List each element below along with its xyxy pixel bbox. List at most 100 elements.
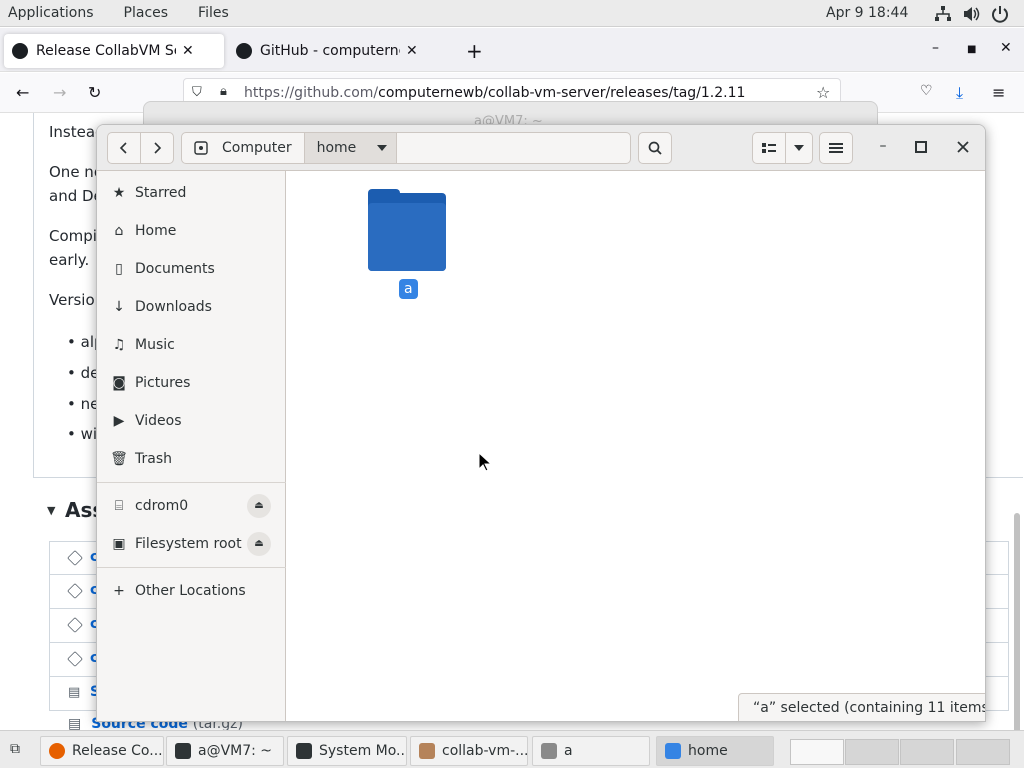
forward-icon[interactable]: → — [53, 83, 66, 102]
chevron-right-icon — [154, 142, 162, 154]
page-scrollbar[interactable] — [1014, 513, 1020, 743]
sidebar-item-label: Downloads — [135, 299, 212, 315]
url-text: https://github.com/computernewb/collab-v… — [244, 85, 746, 101]
tab-title: Release CollabVM Server — [36, 43, 176, 59]
task-terminal[interactable]: a@VM7: ~ — [166, 736, 284, 766]
mouse-cursor-icon — [478, 452, 492, 472]
back-button[interactable] — [107, 132, 141, 164]
sidebar-item-other-locations[interactable]: + Other Locations — [97, 572, 286, 610]
close-window-icon[interactable]: ✕ — [1000, 40, 1012, 56]
list-view-icon — [762, 143, 776, 153]
eject-icon[interactable]: ⏏ — [247, 532, 271, 556]
task-a[interactable]: a — [532, 736, 650, 766]
files-icon — [665, 743, 681, 759]
crumb-label: Computer — [222, 140, 292, 156]
download-icon: ↓ — [113, 299, 125, 315]
dropdown-arrow-icon[interactable] — [376, 144, 388, 152]
chevron-down-icon — [794, 145, 804, 151]
task-system-monitor[interactable]: System Mo... — [287, 736, 407, 766]
shield-icon[interactable]: ⛉ — [192, 85, 202, 100]
downloads-icon[interactable]: ⤓ — [956, 83, 963, 103]
tab-title: GitHub - computernewb/ — [260, 43, 400, 59]
sidebar-item-music[interactable]: ♫ Music — [97, 326, 286, 364]
applications-menu[interactable]: Applications — [0, 0, 102, 27]
file-view[interactable]: a — [286, 171, 985, 721]
task-firefox[interactable]: Release Co... — [40, 736, 164, 766]
folder-icon[interactable] — [368, 189, 446, 271]
main-menu-button[interactable] — [819, 132, 853, 164]
new-tab-button[interactable]: + — [458, 34, 491, 68]
tab-release-collabvm[interactable]: Release CollabVM Server ✕ — [4, 34, 224, 68]
music-icon: ♫ — [112, 337, 126, 353]
sidebar-item-label: Pictures — [135, 375, 191, 391]
close-tab-icon[interactable]: ✕ — [182, 43, 194, 59]
bullet-item: • de — [67, 364, 100, 382]
tab-github[interactable]: GitHub - computernewb/ ✕ — [228, 34, 452, 68]
folder-label[interactable]: a — [399, 279, 418, 299]
crumb-home[interactable]: home — [304, 133, 398, 163]
sidebar-item-label: Music — [135, 337, 175, 353]
places-sidebar: ★ Starred ⌂ Home ▯ Documents ↓ Downloads ♫ Mu… — [97, 171, 286, 721]
camera-icon: ◙ — [112, 375, 126, 391]
minimize-icon[interactable]: – — [932, 40, 939, 56]
hamburger-menu-icon[interactable]: ≡ — [992, 83, 1005, 102]
sidebar-item-label: Trash — [135, 451, 172, 467]
release-text: One no — [49, 163, 103, 181]
sidebar-item-documents[interactable]: ▯ Documents — [97, 250, 286, 288]
sidebar-item-cdrom0[interactable]: ⌸ cdrom0 ⏏ — [97, 487, 286, 525]
release-text: Compi — [49, 227, 97, 245]
clock[interactable]: Apr 9 18:44 — [826, 0, 908, 27]
package-icon — [67, 583, 83, 599]
forward-button[interactable] — [140, 132, 174, 164]
task-archive[interactable]: collab-vm-... — [410, 736, 528, 766]
package-icon — [67, 550, 83, 566]
sidebar-separator — [97, 567, 286, 568]
close-icon[interactable] — [957, 141, 969, 153]
maximize-icon[interactable] — [915, 141, 927, 153]
workspace-2[interactable] — [845, 739, 899, 765]
crumb-label: home — [316, 140, 357, 156]
trash-icon: 🗑 — [110, 451, 128, 467]
workspace-1[interactable] — [790, 739, 844, 765]
network-icon[interactable] — [934, 5, 952, 23]
minimize-icon[interactable]: – — [873, 138, 893, 158]
search-button[interactable] — [638, 132, 672, 164]
disc-icon: ⌸ — [114, 498, 124, 514]
sidebar-item-starred[interactable]: ★ Starred — [97, 174, 286, 212]
hamburger-icon — [829, 143, 843, 153]
workspace-3[interactable] — [900, 739, 954, 765]
sidebar-item-label: Home — [135, 223, 177, 239]
task-home[interactable]: home — [656, 736, 774, 766]
bookmark-star-icon[interactable]: ☆ — [816, 83, 830, 102]
sidebar-item-pictures[interactable]: ◙ Pictures — [97, 364, 286, 402]
view-toggle-button[interactable] — [752, 132, 786, 164]
close-tab-icon[interactable]: ✕ — [406, 43, 418, 59]
power-icon[interactable] — [991, 5, 1009, 23]
volume-icon[interactable] — [962, 5, 980, 23]
drive-icon — [194, 141, 208, 155]
reload-icon[interactable]: ↻ — [88, 83, 101, 102]
sidebar-item-downloads[interactable]: ↓ Downloads — [97, 288, 286, 326]
show-desktop-icon[interactable]: ⧉ — [10, 741, 20, 757]
eject-icon[interactable]: ⏏ — [247, 494, 271, 518]
selection-status: “a” selected (containing 11 items) — [738, 693, 985, 721]
firefox-tab-strip: Release CollabVM Server ✕ GitHub - compu… — [0, 28, 1024, 72]
archive-manager-icon — [541, 743, 557, 759]
files-menu[interactable]: Files — [190, 0, 237, 27]
back-icon[interactable]: ← — [16, 83, 29, 102]
sidebar-item-home[interactable]: ⌂ Home — [97, 212, 286, 250]
places-menu[interactable]: Places — [116, 0, 177, 27]
sidebar-item-videos[interactable]: ▶ Videos — [97, 402, 286, 440]
view-options-button[interactable] — [785, 132, 813, 164]
maximize-icon[interactable]: ■ — [967, 44, 976, 55]
lock-icon[interactable]: 🔒︎ — [220, 84, 227, 99]
collapse-triangle-icon[interactable]: ▼ — [47, 504, 55, 517]
workspace-4[interactable] — [956, 739, 1010, 765]
sidebar-item-filesystem-root[interactable]: ▣ Filesystem root ⏏ — [97, 525, 286, 563]
document-icon: ▯ — [115, 261, 123, 277]
sidebar-item-trash[interactable]: 🗑 Trash — [97, 440, 286, 478]
terminal-icon — [175, 743, 191, 759]
pocket-icon[interactable]: ♡ — [920, 83, 933, 99]
crumb-computer[interactable]: Computer — [182, 133, 305, 163]
firefox-icon — [49, 743, 65, 759]
